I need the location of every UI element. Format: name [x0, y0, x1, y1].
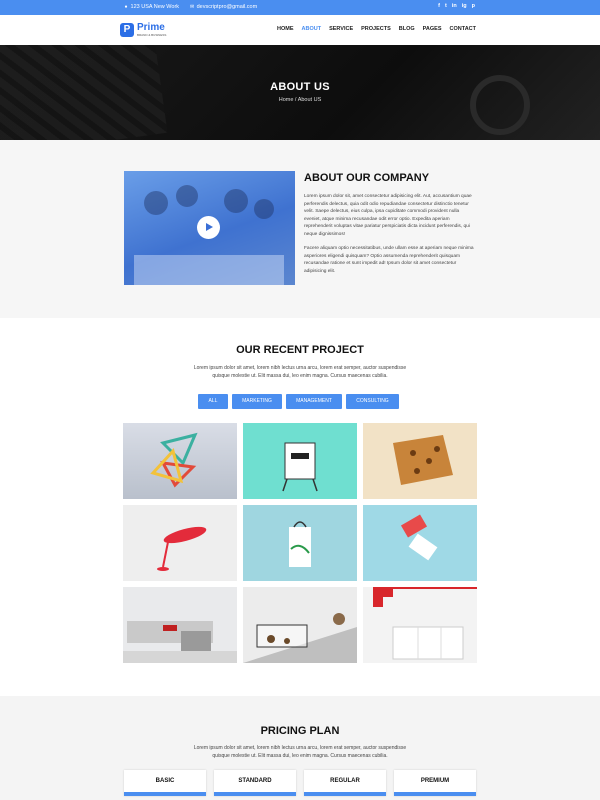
- page-hero: ABOUT US Home / About US: [0, 45, 600, 140]
- breadcrumb: Home / About US: [0, 97, 600, 103]
- page-title: ABOUT US: [270, 81, 330, 93]
- project-tile[interactable]: [123, 587, 237, 663]
- filter-management-button[interactable]: MANAGEMENT: [286, 394, 342, 409]
- person-silhouette: [224, 189, 248, 213]
- patterned-cloth-icon: [393, 435, 453, 485]
- project-tile[interactable]: [243, 505, 357, 581]
- about-section: ABOUT OUR COMPANY Lorem ipsum dolor sit,…: [0, 140, 600, 318]
- project-tile[interactable]: [243, 587, 357, 663]
- nav-item-projects[interactable]: PROJECTS: [361, 26, 391, 32]
- shopping-bag-icon: [289, 521, 311, 567]
- plan-label: BASIC: [155, 778, 175, 784]
- person-silhouette: [144, 191, 168, 215]
- email-item[interactable]: ✉ devscriptpro@gmail.com: [189, 4, 257, 10]
- glass-terrarium-icon: [243, 613, 357, 663]
- about-paragraph-2: Facere aliquam optio necessitatibus, und…: [304, 246, 474, 274]
- about-paragraph-1: Lorem ipsum dolor sit, amet consectetur …: [304, 194, 472, 237]
- project-tile[interactable]: [123, 423, 237, 499]
- filter-marketing-button[interactable]: MARKETING: [232, 394, 282, 409]
- pricing-section: PRICING PLAN Lorem ipsum dolor sit amet,…: [0, 696, 600, 800]
- project-tile[interactable]: [363, 423, 477, 499]
- logo-name: Prime: [137, 22, 165, 33]
- nav-item-blog[interactable]: BLOG: [399, 26, 415, 32]
- plan-card-regular[interactable]: REGULAR: [304, 770, 386, 796]
- play-video-button[interactable]: [197, 216, 220, 239]
- plan-card-standard[interactable]: STANDARD: [214, 770, 296, 796]
- filter-consulting-button[interactable]: CONSULTING: [346, 394, 399, 409]
- person-silhouette: [254, 199, 274, 219]
- about-title: ABOUT OUR COMPANY: [304, 172, 430, 184]
- logo-tagline: BRAND & BUSINESS: [137, 33, 167, 37]
- main-nav: P Prime BRAND & BUSINESS HOME ABOUT SERV…: [0, 15, 600, 45]
- projects-section: OUR RECENT PROJECT Lorem ipsum dolor sit…: [0, 318, 600, 696]
- nav-item-contact[interactable]: CONTACT: [450, 26, 476, 32]
- plan-accent-bar: [394, 792, 476, 796]
- nav-item-about[interactable]: ABOUT: [302, 26, 322, 32]
- project-tile[interactable]: [243, 423, 357, 499]
- plan-accent-bar: [304, 792, 386, 796]
- nav-item-pages[interactable]: PAGES: [423, 26, 442, 32]
- sofa-icon: [123, 621, 237, 663]
- person-silhouette: [176, 185, 198, 207]
- address-text: 123 USA New Work: [130, 4, 180, 10]
- nav-item-service[interactable]: SERVICE: [329, 26, 353, 32]
- plan-card-premium[interactable]: PREMIUM: [394, 770, 476, 796]
- pricing-subtitle: Lorem ipsum dolor sit amet, lorem nibh l…: [193, 745, 407, 759]
- logo-mark-icon: P: [120, 23, 134, 37]
- project-grid: [123, 423, 477, 664]
- top-contact: ● 123 USA New Work ✉ devscriptpro@gmail.…: [123, 4, 257, 10]
- twitter-icon[interactable]: t: [445, 3, 447, 9]
- envelope-icon: ✉: [189, 4, 195, 10]
- plan-accent-bar: [214, 792, 296, 796]
- nav-item-home[interactable]: HOME: [277, 26, 294, 32]
- logo-text: Prime BRAND & BUSINESS: [137, 23, 166, 37]
- easel-sign-icon: [282, 442, 318, 492]
- business-card-icon: [400, 514, 438, 561]
- facebook-icon[interactable]: f: [438, 3, 440, 9]
- projects-title: OUR RECENT PROJECT: [236, 344, 364, 356]
- email-text[interactable]: devscriptpro@gmail.com: [197, 4, 258, 10]
- plan-label: STANDARD: [238, 778, 272, 784]
- top-bar: ● 123 USA New Work ✉ devscriptpro@gmail.…: [0, 0, 600, 15]
- project-tile[interactable]: [363, 587, 477, 663]
- plan-accent-bar: [124, 792, 206, 796]
- plan-label: REGULAR: [330, 778, 360, 784]
- instagram-icon[interactable]: ig: [462, 3, 467, 9]
- projects-subtitle: Lorem ipsum dolor sit amet, lorem nibh l…: [193, 365, 407, 379]
- breadcrumb-home[interactable]: Home /: [279, 97, 297, 103]
- red-lamp-icon: [157, 526, 207, 571]
- pinterest-icon[interactable]: p: [472, 3, 475, 9]
- nav-menu: HOME ABOUT SERVICE PROJECTS BLOG PAGES C…: [277, 26, 476, 32]
- pricing-title: PRICING PLAN: [260, 725, 340, 737]
- plan-label: PREMIUM: [420, 778, 450, 784]
- breadcrumb-current: About US: [297, 97, 322, 103]
- plan-card-basic[interactable]: BASIC: [124, 770, 206, 796]
- filter-all-button[interactable]: ALL: [198, 394, 228, 409]
- project-filters: ALL MARKETING MANAGEMENT CONSULTING: [198, 394, 399, 409]
- project-tile[interactable]: [123, 505, 237, 581]
- desk-shape: [134, 255, 284, 285]
- linkedin-icon[interactable]: in: [452, 3, 457, 9]
- address-item: ● 123 USA New Work: [123, 4, 179, 10]
- project-tile[interactable]: [363, 505, 477, 581]
- logo[interactable]: P Prime BRAND & BUSINESS: [120, 21, 166, 39]
- red-stairs-icon: [373, 587, 477, 660]
- location-pin-icon: ●: [124, 4, 128, 10]
- triangle-sculpture-icon: [150, 432, 198, 488]
- social-links: f t in ig p: [438, 3, 475, 9]
